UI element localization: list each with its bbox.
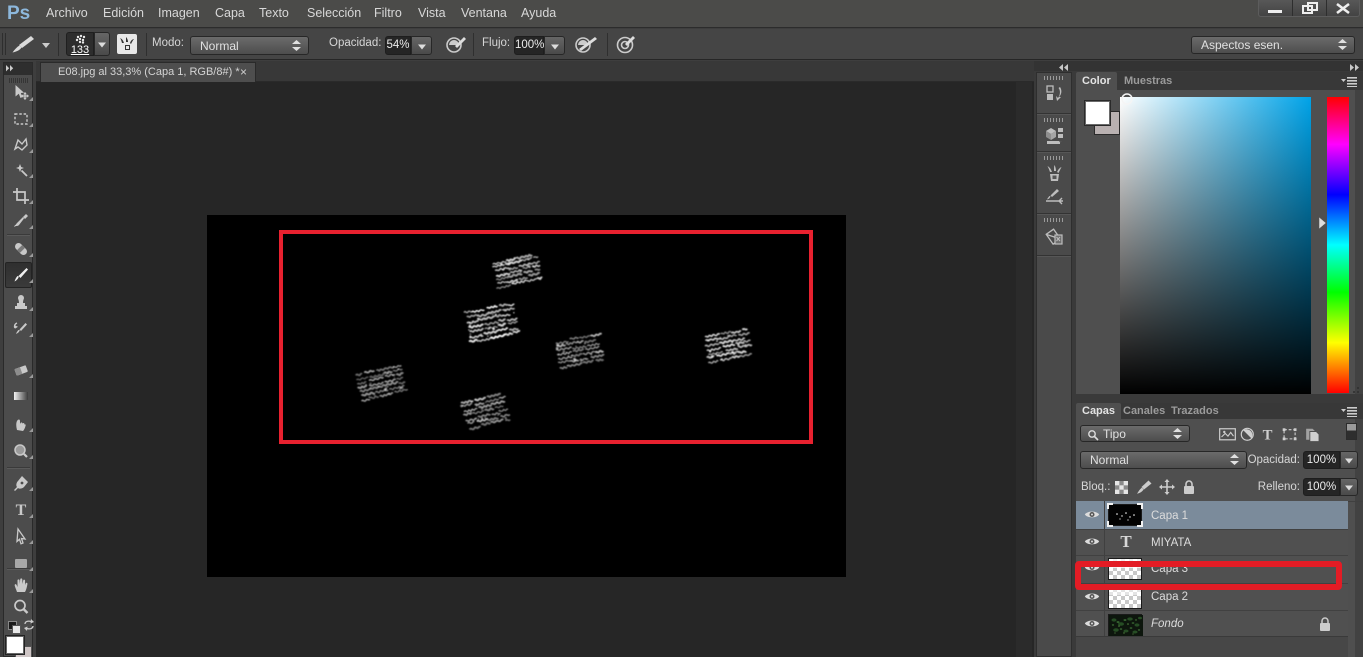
svg-text:T: T (15, 502, 26, 519)
svg-text:T: T (1263, 427, 1273, 443)
